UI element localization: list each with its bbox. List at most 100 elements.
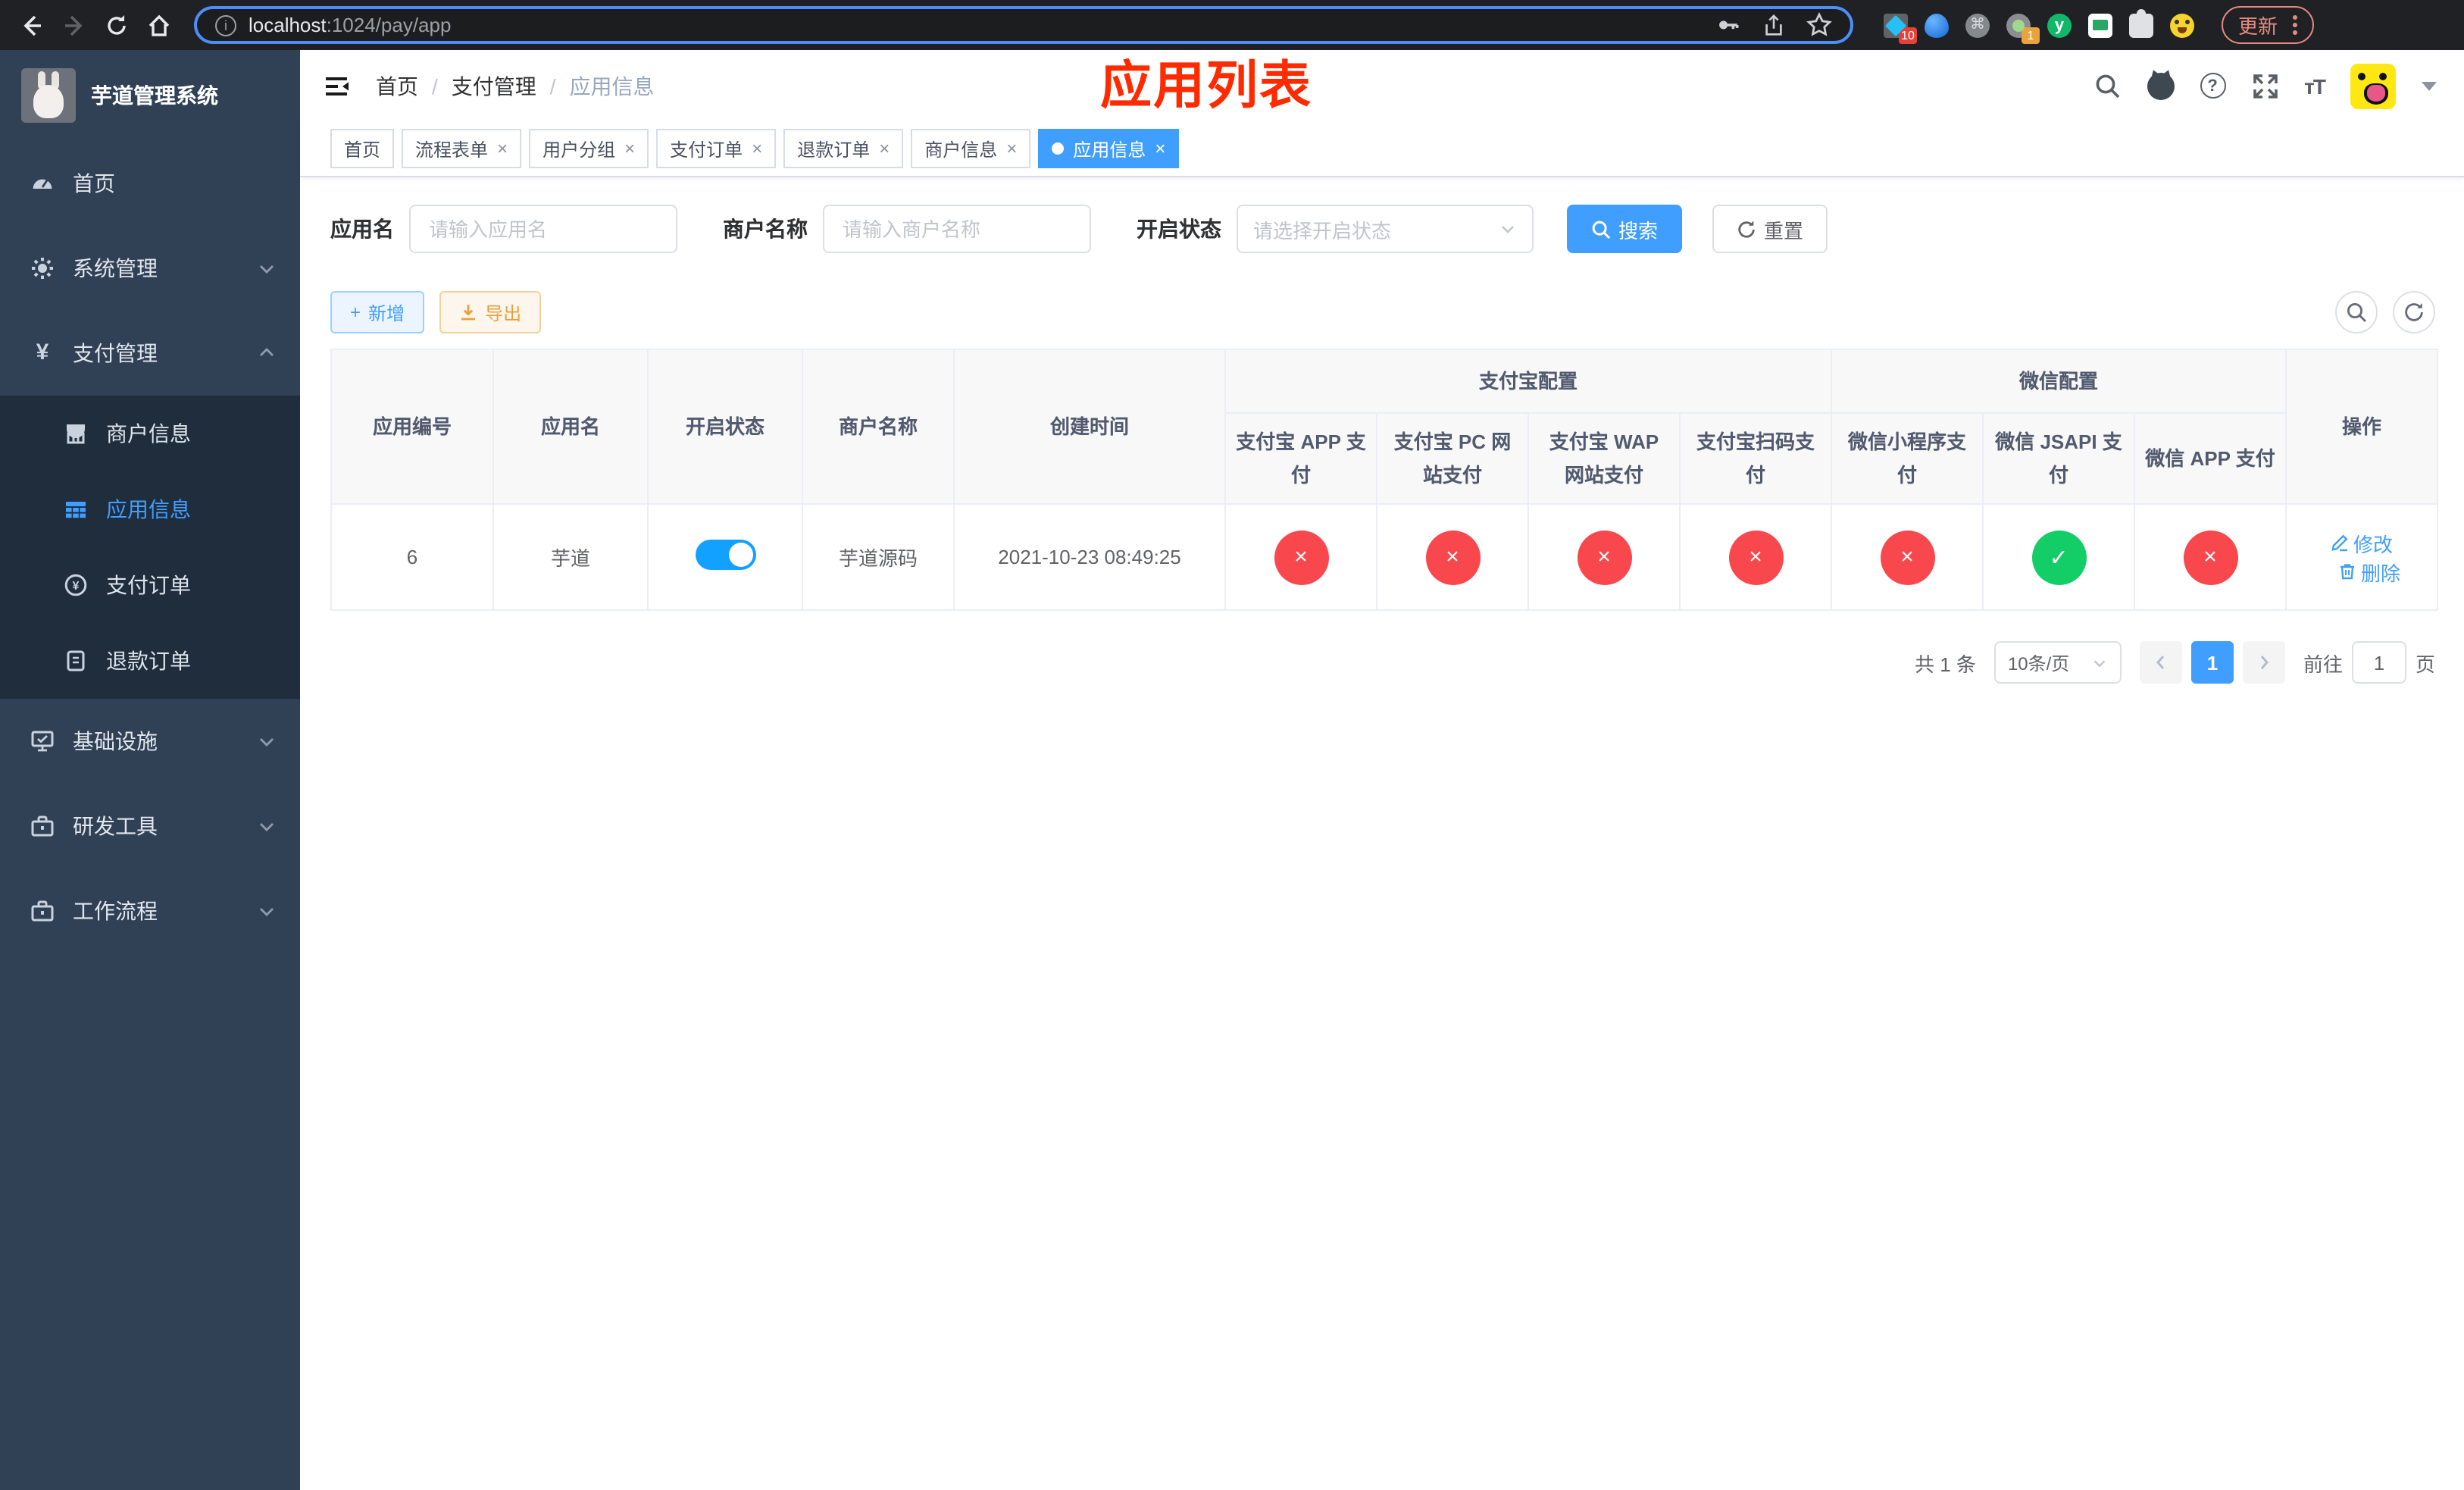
user-menu-caret-icon[interactable] bbox=[2422, 81, 2437, 90]
close-icon[interactable]: × bbox=[497, 139, 508, 158]
sidebar: 芋道管理系统 首页 系统管理 ¥ 支付管理 商户信息 应用信息 ¥ 支付订单 退… bbox=[0, 50, 300, 1490]
browser-forward-icon[interactable] bbox=[58, 8, 91, 42]
fullscreen-icon[interactable] bbox=[2251, 72, 2278, 99]
tab-pay-order[interactable]: 支付订单 × bbox=[656, 129, 777, 168]
tab-app-info[interactable]: 应用信息 × bbox=[1038, 129, 1180, 168]
sidebar-item-infrastructure[interactable]: 基础设施 bbox=[0, 699, 300, 784]
browser-home-icon[interactable] bbox=[142, 8, 176, 42]
close-icon[interactable]: × bbox=[879, 139, 890, 158]
logo-row[interactable]: 芋道管理系统 bbox=[0, 50, 300, 141]
status-toggle[interactable] bbox=[695, 540, 755, 570]
edit-link[interactable]: 修改 bbox=[2331, 528, 2393, 557]
breadcrumb-home[interactable]: 首页 bbox=[376, 70, 418, 101]
sidebar-item-label: 基础设施 bbox=[73, 729, 158, 753]
sidebar-item-refund-order[interactable]: 退款订单 bbox=[0, 623, 300, 699]
next-page-button[interactable] bbox=[2242, 641, 2285, 684]
merchant-name-input[interactable] bbox=[823, 205, 1091, 253]
add-button[interactable]: + 新增 bbox=[330, 291, 425, 333]
site-info-icon[interactable]: i bbox=[215, 14, 236, 36]
goto-page-input[interactable] bbox=[2351, 641, 2406, 684]
extension-y-icon[interactable]: y bbox=[2047, 13, 2072, 37]
status-select[interactable]: 请选择开启状态 bbox=[1237, 205, 1534, 253]
sidebar-item-label: 支付订单 bbox=[106, 573, 191, 597]
monitor-check-icon bbox=[30, 729, 55, 753]
help-icon[interactable]: ? bbox=[2200, 73, 2226, 99]
close-icon[interactable]: × bbox=[752, 139, 762, 158]
sidebar-item-label: 首页 bbox=[73, 171, 115, 196]
close-icon[interactable]: × bbox=[624, 139, 635, 158]
col-header-wechat-jsapi: 微信 JSAPI 支付 bbox=[1982, 412, 2136, 505]
sidebar-item-dev-tools[interactable]: 研发工具 bbox=[0, 784, 300, 869]
extension-chat-icon[interactable] bbox=[2088, 13, 2112, 37]
url-text: localhost:1024/pay/app bbox=[249, 14, 452, 36]
search-button[interactable]: 搜索 bbox=[1567, 205, 1683, 253]
col-header-alipay-qr: 支付宝扫码支付 bbox=[1678, 412, 1833, 505]
page-size-select[interactable]: 10条/页 bbox=[1993, 641, 2122, 684]
extensions-tray: 10 ⌘ 1 y bbox=[1884, 8, 2194, 43]
extensions-puzzle-icon[interactable] bbox=[2129, 8, 2153, 37]
sidebar-fold-icon[interactable] bbox=[321, 70, 352, 101]
show-search-button[interactable] bbox=[2335, 291, 2378, 333]
close-icon[interactable]: × bbox=[1006, 139, 1017, 158]
tab-refund-order[interactable]: 退款订单 × bbox=[783, 129, 904, 168]
share-icon[interactable] bbox=[1762, 13, 1785, 37]
content-area: 应用名 商户名称 开启状态 请选择开启状态 搜索 重置 bbox=[300, 177, 2464, 1490]
status-cross-icon: × bbox=[2183, 530, 2238, 584]
sidebar-item-label: 商户信息 bbox=[106, 421, 191, 446]
extension-recorder-icon[interactable]: 1 bbox=[2006, 13, 2040, 43]
tab-merchant-info[interactable]: 商户信息 × bbox=[911, 129, 1031, 168]
tab-process-form[interactable]: 流程表单 × bbox=[402, 129, 522, 168]
sidebar-item-pay[interactable]: ¥ 支付管理 bbox=[0, 311, 300, 396]
sidebar-item-workflow[interactable]: 工作流程 bbox=[0, 869, 300, 953]
sidebar-item-app-info[interactable]: 应用信息 bbox=[0, 471, 300, 547]
password-key-icon[interactable] bbox=[1715, 12, 1741, 38]
sidebar-item-merchant-info[interactable]: 商户信息 bbox=[0, 396, 300, 471]
browser-menu-icon[interactable] bbox=[2293, 15, 2298, 35]
group-header-alipay: 支付宝配置 bbox=[1224, 349, 1833, 414]
search-icon[interactable] bbox=[2093, 72, 2121, 99]
extension-command-icon[interactable]: ⌘ bbox=[1965, 13, 1990, 37]
export-button[interactable]: 导出 bbox=[439, 291, 542, 333]
address-bar[interactable]: i localhost:1024/pay/app bbox=[194, 6, 1853, 44]
download-icon bbox=[461, 305, 476, 321]
search-icon bbox=[2347, 302, 2366, 322]
col-header-merchant: 商户名称 bbox=[802, 349, 955, 505]
col-header-operations: 操作 bbox=[2285, 349, 2439, 505]
sidebar-item-label: 研发工具 bbox=[73, 814, 158, 838]
screen: i localhost:1024/pay/app 10 ⌘ 1 y 更新 芋道管… bbox=[0, 0, 2464, 1490]
sidebar-item-system[interactable]: 系统管理 bbox=[0, 226, 300, 311]
user-avatar[interactable] bbox=[2350, 63, 2396, 108]
app-name-input[interactable] bbox=[409, 205, 677, 253]
extension-grid-icon[interactable]: 10 bbox=[1884, 13, 1917, 43]
tab-home[interactable]: 首页 bbox=[330, 129, 395, 168]
bookmark-star-icon[interactable] bbox=[1806, 12, 1832, 38]
prev-page-button[interactable] bbox=[2139, 641, 2182, 684]
page-number-button[interactable]: 1 bbox=[2190, 641, 2234, 684]
cell-merchant: 芋道源码 bbox=[802, 503, 955, 611]
filter-form: 应用名 商户名称 开启状态 请选择开启状态 搜索 重置 bbox=[330, 205, 2435, 253]
browser-update-button[interactable]: 更新 bbox=[2222, 6, 2315, 44]
sidebar-item-pay-order[interactable]: ¥ 支付订单 bbox=[0, 547, 300, 623]
chevron-down-icon bbox=[1502, 226, 1514, 233]
profile-emoji-avatar[interactable] bbox=[2170, 13, 2194, 37]
svg-text:¥: ¥ bbox=[73, 580, 80, 593]
delete-link[interactable]: 删除 bbox=[2338, 557, 2400, 586]
refresh-button[interactable] bbox=[2393, 291, 2435, 333]
reset-button[interactable]: 重置 bbox=[1712, 205, 1828, 253]
app-title: 芋道管理系统 bbox=[91, 83, 218, 108]
breadcrumb-pay[interactable]: 支付管理 bbox=[452, 70, 536, 101]
extension-balloon-icon[interactable] bbox=[1925, 13, 1949, 37]
github-icon[interactable] bbox=[2147, 72, 2175, 99]
browser-back-icon[interactable] bbox=[15, 8, 48, 42]
grid-table-icon bbox=[64, 497, 88, 521]
sidebar-item-label: 退款订单 bbox=[106, 649, 191, 673]
browser-reload-icon[interactable] bbox=[100, 8, 133, 42]
chevron-down-icon bbox=[258, 259, 276, 277]
font-size-icon[interactable]: тT bbox=[2304, 74, 2326, 98]
sidebar-item-label: 支付管理 bbox=[73, 341, 158, 365]
dashboard-icon bbox=[30, 171, 55, 196]
sidebar-item-home[interactable]: 首页 bbox=[0, 141, 300, 226]
tab-user-group[interactable]: 用户分组 × bbox=[529, 129, 649, 168]
close-icon[interactable]: × bbox=[1155, 139, 1165, 158]
page-header: 首页 / 支付管理 / 应用信息 应用列表 ? тT bbox=[300, 50, 2464, 121]
